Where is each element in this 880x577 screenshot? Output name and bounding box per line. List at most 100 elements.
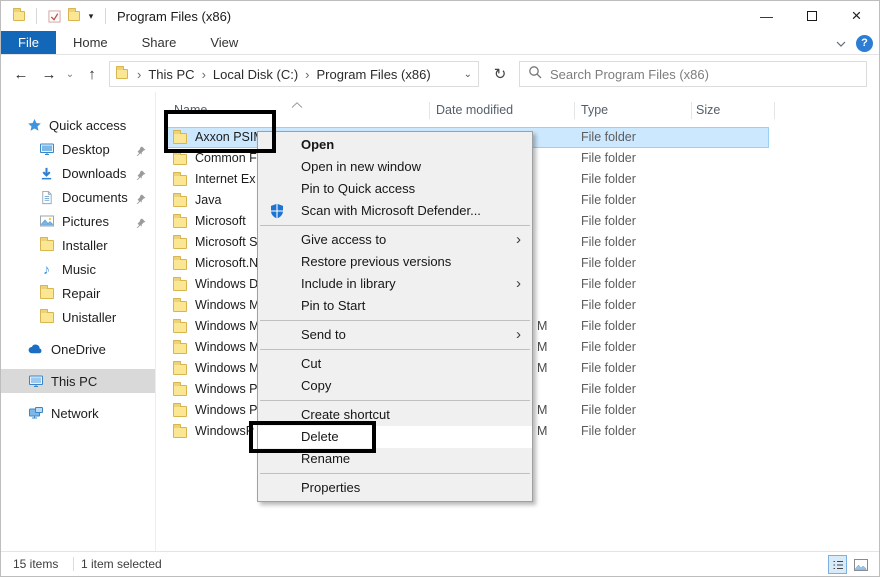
item-count-text: 15 items [13, 557, 59, 571]
forward-button[interactable]: → [37, 56, 61, 92]
sidebar-item-label: Quick access [49, 117, 127, 133]
sidebar-item-label: This PC [51, 373, 98, 389]
column-divider[interactable] [429, 102, 430, 119]
maximize-icon [806, 11, 817, 21]
file-name: Microsoft.N [195, 256, 259, 270]
details-view-button[interactable] [828, 555, 847, 574]
file-name: Microsoft [195, 214, 246, 228]
ribbon-tabs: File Home Share View [1, 31, 879, 55]
sidebar-item-onedrive[interactable]: OneDrive [1, 337, 155, 361]
menu-separator [260, 225, 530, 226]
sidebar-item-music[interactable]: ♪ Music [1, 257, 155, 281]
address-dropdown-icon[interactable]: ⌄ [464, 69, 472, 80]
menu-item-copy[interactable]: Copy [258, 375, 532, 397]
file-name: Windows M [195, 340, 260, 354]
help-icon[interactable]: ? [856, 34, 873, 52]
breadcrumb-local-disk[interactable]: Local Disk (C:) [213, 67, 298, 82]
music-note-icon: ♪ [43, 261, 50, 277]
menu-item-restore-previous-versions[interactable]: Restore previous versions [258, 251, 532, 273]
sort-ascending-icon[interactable] [291, 95, 303, 113]
file-type: File folder [581, 151, 636, 165]
date-modified: M [537, 403, 548, 417]
collapse-ribbon-icon[interactable] [836, 34, 846, 52]
column-divider[interactable] [691, 102, 692, 119]
tab-file[interactable]: File [1, 31, 56, 54]
address-bar[interactable]: › This PC › Local Disk (C:) › Program Fi… [109, 61, 479, 87]
menu-item-properties[interactable]: Properties [258, 477, 532, 499]
folder-icon [173, 277, 187, 296]
column-header-type[interactable]: Type [581, 98, 608, 122]
folder-icon [38, 284, 55, 302]
tab-view[interactable]: View [193, 31, 255, 54]
back-button[interactable]: ← [9, 56, 33, 92]
qat-new-folder-icon[interactable] [64, 5, 84, 27]
menu-item-pin-to-quick-access[interactable]: Pin to Quick access [258, 178, 532, 200]
maximize-button[interactable] [789, 1, 834, 31]
file-type: File folder [581, 361, 636, 375]
folder-icon [173, 319, 187, 338]
title-bar: ▾ Program Files (x86) — × [1, 1, 879, 31]
tab-share[interactable]: Share [125, 31, 194, 54]
search-input[interactable] [550, 66, 858, 82]
folder-icon [173, 403, 187, 422]
navigation-bar: ← → ⌄ ↑ › This PC › Local Disk (C:) › Pr… [1, 56, 879, 92]
sidebar-item-quick-access[interactable]: Quick access [1, 113, 155, 137]
window-title: Program Files (x86) [117, 8, 232, 24]
sidebar-item-network[interactable]: Network [1, 401, 155, 425]
ribbon-right-controls: ? [836, 31, 873, 55]
menu-separator [260, 320, 530, 321]
close-button[interactable]: × [834, 1, 879, 31]
navigation-pane: Quick access Desktop Downloads Documents… [1, 92, 156, 551]
menu-item-label: Pin to Start [301, 298, 366, 313]
menu-item-cut[interactable]: Cut [258, 353, 532, 375]
menu-item-send-to[interactable]: Send to › [258, 324, 532, 346]
qat-customize-dropdown-icon[interactable]: ▾ [84, 11, 98, 22]
menu-item-rename[interactable]: Rename [258, 448, 532, 470]
menu-item-label: Open [301, 137, 335, 152]
up-button[interactable]: ↑ [81, 56, 103, 92]
folder-icon [173, 424, 187, 443]
menu-separator [260, 473, 530, 474]
menu-item-open-in-new-window[interactable]: Open in new window [258, 156, 532, 178]
column-header-name[interactable]: Name [174, 98, 207, 122]
breadcrumb-this-pc[interactable]: This PC [148, 67, 194, 82]
menu-item-give-access-to[interactable]: Give access to › [258, 229, 532, 251]
sidebar-item-this-pc[interactable]: This PC [1, 369, 155, 393]
column-divider[interactable] [574, 102, 575, 119]
menu-item-create-shortcut[interactable]: Create shortcut [258, 404, 532, 426]
column-divider[interactable] [774, 102, 775, 119]
refresh-button[interactable]: ↻ [487, 61, 513, 87]
search-box[interactable] [519, 61, 867, 87]
minimize-button[interactable]: — [744, 1, 789, 31]
file-name: Java [195, 193, 222, 207]
sidebar-item-downloads[interactable]: Downloads [1, 161, 155, 185]
breadcrumb-program-files[interactable]: Program Files (x86) [317, 67, 431, 82]
menu-item-label: Properties [301, 480, 361, 495]
sidebar-item-desktop[interactable]: Desktop [1, 137, 155, 161]
recent-locations-dropdown-icon[interactable]: ⌄ [63, 56, 77, 92]
sidebar-item-label: Desktop [62, 141, 110, 157]
folder-icon [173, 130, 187, 149]
menu-item-open[interactable]: Open [258, 134, 532, 156]
file-type: File folder [581, 235, 636, 249]
sidebar-item-repair[interactable]: Repair [1, 281, 155, 305]
sidebar-item-label: Downloads [62, 165, 127, 181]
menu-item-include-in-library[interactable]: Include in library › [258, 273, 532, 295]
menu-item-scan-with-defender[interactable]: Scan with Microsoft Defender... [258, 200, 532, 222]
file-type: File folder [581, 130, 636, 144]
sidebar-item-installer[interactable]: Installer [1, 233, 155, 257]
folder-icon [173, 151, 187, 170]
file-type: File folder [581, 403, 636, 417]
sidebar-item-pictures[interactable]: Pictures [1, 209, 155, 233]
column-header-size[interactable]: Size [696, 98, 720, 122]
thumbnails-view-button[interactable] [851, 555, 870, 574]
sidebar-item-documents[interactable]: Documents [1, 185, 155, 209]
menu-item-delete[interactable]: Delete [258, 426, 532, 448]
tab-home[interactable]: Home [56, 31, 125, 54]
sidebar-item-label: Music [62, 261, 96, 277]
qat-properties-check-icon[interactable] [44, 5, 64, 27]
menu-item-pin-to-start[interactable]: Pin to Start [258, 295, 532, 317]
sidebar-item-unistaller[interactable]: Unistaller [1, 305, 155, 329]
column-header-date-modified[interactable]: Date modified [436, 98, 513, 122]
menu-item-label: Scan with Microsoft Defender... [301, 203, 481, 218]
